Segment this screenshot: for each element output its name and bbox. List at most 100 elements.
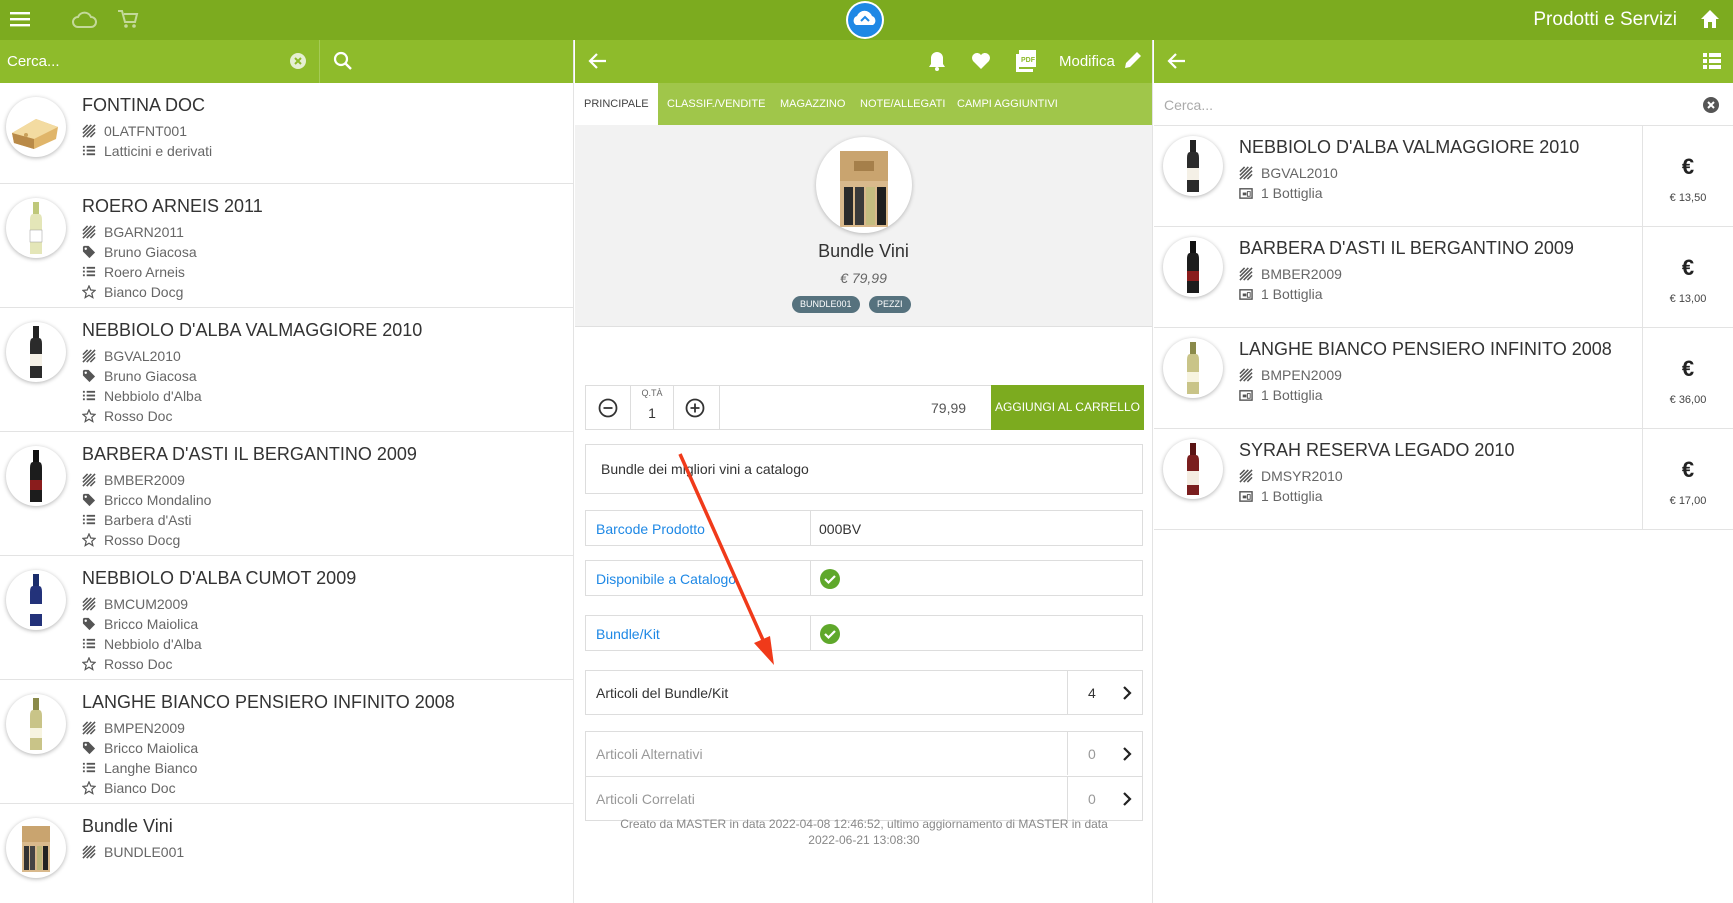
quantity-value[interactable]: 1 [631,405,673,421]
product-name: NEBBIOLO D'ALBA CUMOT 2009 [82,568,357,588]
alternative-items-link[interactable]: Articoli Alternativi 0 [585,731,1143,776]
tab-magazzino[interactable]: MAGAZZINO [771,83,854,125]
list-item[interactable]: ROERO ARNEIS 2011 BGARN2011 Bruno Giacos… [0,184,573,308]
search-icon[interactable] [332,50,354,72]
check-icon [819,568,841,590]
product-name: Bundle Vini [82,816,173,836]
list-item[interactable]: Bundle Vini BUNDLE001 [0,804,573,886]
euro-icon: € [1681,255,1695,280]
bundle-list-item[interactable]: SYRAH RESERVA LEGADO 2010 DMSYR2010 1 Bo… [1154,429,1733,530]
product-code-text: BGARN2011 [104,224,184,240]
list-item[interactable]: FONTINA DOC 0LATFNT001 Latticini e deriv… [0,83,573,184]
catalog-available-row: Disponibile a Catalogo [585,560,1143,596]
back-arrow-icon[interactable] [1167,51,1187,71]
product-code: DMSYR2010 [1239,468,1343,484]
hamburger-menu-icon[interactable] [10,8,30,30]
list-item[interactable]: NEBBIOLO D'ALBA CUMOT 2009 BMCUM2009 Bri… [0,556,573,680]
bundle-list-item[interactable]: LANGHE BIANCO PENSIERO INFINITO 2008 BMP… [1154,328,1733,429]
increment-icon[interactable] [684,397,706,419]
modify-button[interactable]: Modifica [1059,53,1115,70]
chevron-right-icon[interactable] [1119,745,1135,763]
bundle-items-count: 4 [1088,685,1096,701]
product-quantity: 1 Bottiglia [1239,185,1322,201]
chevron-right-icon[interactable] [1119,684,1135,702]
star-icon [82,533,96,547]
bundle-kit-label: Bundle/Kit [596,626,660,642]
price-box: € € 36,00 [1642,328,1733,428]
tab-principale[interactable]: PRINCIPALE [575,83,658,125]
bell-icon[interactable] [927,50,947,72]
product-producer-text: Bricco Maiolica [104,740,199,756]
bundle-search-bar: Cerca... [1154,83,1733,126]
pdf-icon[interactable]: PDF [1015,49,1037,73]
list-item[interactable]: NEBBIOLO D'ALBA VALMAGGIORE 2010 BGVAL20… [0,308,573,432]
app-logo[interactable] [846,1,884,39]
clear-search-icon[interactable] [1701,95,1721,115]
tab-campi-aggiuntivi[interactable]: CAMPI AGGIUNTIVI [948,83,1067,125]
product-class: Rosso Docg [82,532,180,548]
product-type-text: Roero Arneis [104,264,185,280]
decrement-icon[interactable] [597,397,619,419]
quantity-row: Q.TÀ 1 79,99 AGGIUNGI AL CARRELLO [585,385,1144,430]
product-thumbnail [6,198,66,258]
product-type: Barbera d'Asti [82,512,192,528]
chevron-right-icon[interactable] [1119,790,1135,808]
list-item[interactable]: BARBERA D'ASTI IL BERGANTINO 2009 BMBER2… [0,432,573,556]
tag-icon [82,369,96,383]
tab-classif-vendite[interactable]: CLASSIF./VENDITE [658,83,774,125]
add-to-cart-button[interactable]: AGGIUNGI AL CARRELLO [991,385,1144,430]
related-items-link[interactable]: Articoli Correlati 0 [585,776,1143,821]
detail-toolbar: PDF Modifica [575,40,1152,83]
price-box: € € 13,50 [1642,126,1733,226]
barcode-row: Barcode Prodotto 000BV [585,510,1143,546]
product-name: ROERO ARNEIS 2011 [82,196,263,216]
home-icon[interactable] [1699,8,1721,30]
heart-icon[interactable] [970,50,992,72]
product-code-text: BMBER2009 [104,472,185,488]
product-name: NEBBIOLO D'ALBA VALMAGGIORE 2010 [82,320,423,340]
quantity-stepper[interactable]: Q.TÀ 1 [630,385,674,430]
bundle-items-link[interactable]: Articoli del Bundle/Kit 4 [585,670,1143,715]
divider [810,616,811,650]
cloud-sync-icon[interactable] [71,9,97,31]
product-code: BUNDLE001 [82,844,184,860]
product-search-bar: Cerca... [0,40,573,83]
search-input[interactable]: Cerca... [7,53,60,70]
check-icon [819,623,841,645]
product-producer-text: Bruno Giacosa [104,244,197,260]
barcode-icon [82,349,96,363]
back-arrow-icon[interactable] [588,51,608,71]
list-icon [82,266,96,277]
product-producer-text: Bricco Maiolica [104,616,199,632]
list-item[interactable]: LANGHE BIANCO PENSIERO INFINITO 2008 BMP… [0,680,573,804]
item-price: € 36,00 [1669,394,1707,406]
unit-icon [1239,188,1253,199]
barcode-icon [82,124,96,138]
product-thumbnail [6,97,66,157]
unit-badge: PEZZI [869,296,911,313]
bundle-list-item[interactable]: NEBBIOLO D'ALBA VALMAGGIORE 2010 BGVAL20… [1154,126,1733,227]
star-icon [82,409,96,423]
code-badge: BUNDLE001 [792,296,860,313]
tab-note-allegati[interactable]: NOTE/ALLEGATI [851,83,954,125]
barcode-icon [82,597,96,611]
barcode-value: 000BV [819,521,862,537]
product-code-text: BMPEN2009 [1261,367,1342,383]
product-price: € 79,99 [840,270,887,286]
related-items-count: 0 [1088,791,1096,807]
product-class: Rosso Doc [82,408,172,424]
product-quantity-text: 1 Bottiglia [1261,387,1323,403]
pencil-icon[interactable] [1123,50,1143,70]
bundle-list-item[interactable]: BARBERA D'ASTI IL BERGANTINO 2009 BMBER2… [1154,227,1733,328]
list-view-icon[interactable] [1703,52,1721,70]
alternative-items-label: Articoli Alternativi [596,746,703,762]
product-quantity-text: 1 Bottiglia [1261,185,1323,201]
clear-search-icon[interactable] [288,51,308,71]
search-input[interactable]: Cerca... [1164,97,1213,113]
product-title: Bundle Vini [818,241,909,261]
star-icon [82,285,96,299]
bundle-items-label: Articoli del Bundle/Kit [596,685,729,701]
shopping-cart-icon[interactable] [117,8,139,30]
product-type-text: Nebbiolo d'Alba [104,388,202,404]
catalog-available-label: Disponibile a Catalogo [596,571,737,587]
